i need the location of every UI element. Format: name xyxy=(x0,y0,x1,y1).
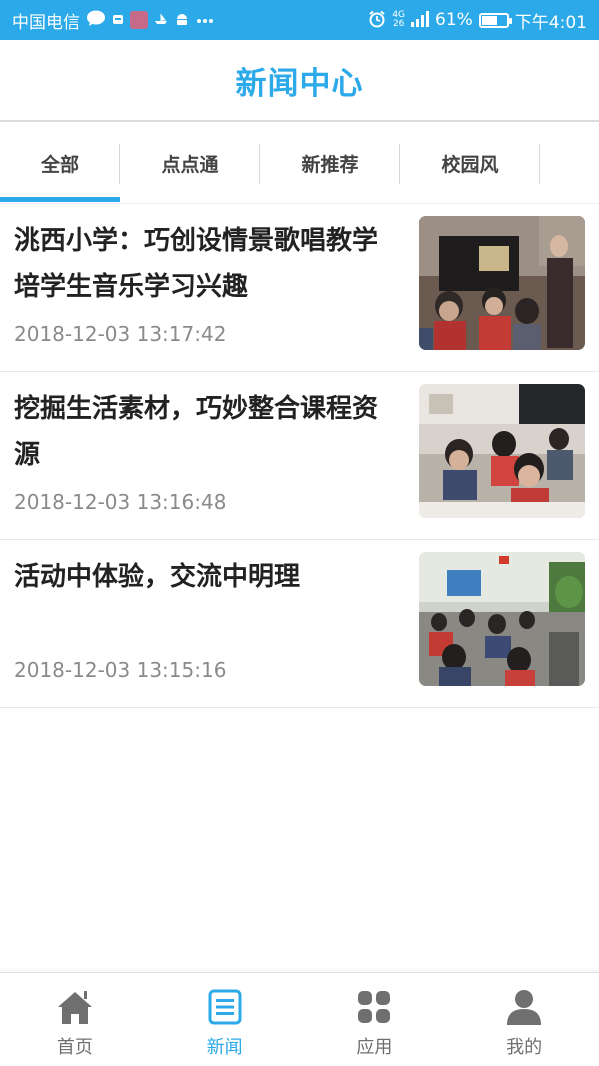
more-dots-icon xyxy=(196,13,214,27)
news-icon xyxy=(208,989,242,1025)
nav-news[interactable]: 新闻 xyxy=(150,973,300,1066)
android-icon xyxy=(174,12,190,29)
tab-label: 点点通 xyxy=(161,153,219,176)
boat-icon xyxy=(154,13,168,28)
nav-profile[interactable]: 我的 xyxy=(449,973,599,1066)
battery-fill xyxy=(481,15,497,25)
nav-home[interactable]: 首页 xyxy=(0,973,150,1066)
battery-icon xyxy=(478,12,512,28)
app-screen: 中国电信 4G 26 61% 下午4:01 新闻中心 全部 点点通 新推荐 校园… xyxy=(0,0,599,1066)
news-title: 活动中体验，交流中明理 xyxy=(14,562,301,592)
network-type-text: 4G xyxy=(392,10,406,20)
carrier-label: 中国电信 xyxy=(12,12,80,33)
home-icon xyxy=(57,991,92,1024)
profile-icon xyxy=(507,990,542,1025)
notification-icon xyxy=(112,13,124,28)
tab-label: 新推荐 xyxy=(301,153,359,176)
app-icon xyxy=(130,11,148,29)
nav-label: 新闻 xyxy=(206,1037,243,1058)
status-right: 4G 26 61% 下午4:01 xyxy=(368,8,587,33)
tab-label: 全部 xyxy=(40,153,79,176)
news-item[interactable]: 挖掘生活素材，巧妙整合课程资源 2018-12-03 13:16:48 xyxy=(0,372,599,540)
tab-campus-style[interactable]: 校园风 xyxy=(400,124,540,202)
nav-label: 首页 xyxy=(56,1037,93,1058)
tab-new-recommend[interactable]: 新推荐 xyxy=(260,124,400,202)
tab-label: 校园风 xyxy=(441,153,499,176)
network-type-label: 4G 26 xyxy=(392,10,406,29)
alarm-icon xyxy=(368,10,386,31)
status-left: 中国电信 xyxy=(12,8,368,33)
battery-percent: 61% xyxy=(435,10,473,30)
apps-icon xyxy=(358,991,391,1023)
message-icon xyxy=(86,10,106,30)
bottom-nav: 首页 新闻 应用 我的 xyxy=(0,972,599,1066)
news-item[interactable]: 活动中体验，交流中明理 2018-12-03 13:15:16 xyxy=(0,540,599,708)
category-tabs[interactable]: 全部 点点通 新推荐 校园风 名 xyxy=(0,124,599,204)
tab-partial[interactable]: 名 xyxy=(540,124,599,202)
news-time: 2018-12-03 13:16:48 xyxy=(14,490,227,514)
nav-apps[interactable]: 应用 xyxy=(300,973,450,1066)
tab-diandiantong[interactable]: 点点通 xyxy=(120,124,260,202)
news-time: 2018-12-03 13:15:16 xyxy=(14,658,227,682)
news-thumbnail xyxy=(419,384,585,518)
nav-label: 应用 xyxy=(356,1037,393,1058)
news-list: 洮西小学：巧创设情景歌唱教学 培学生音乐学习兴趣 2018-12-03 13:1… xyxy=(0,204,599,708)
active-tab-indicator xyxy=(0,197,120,202)
nav-label: 我的 xyxy=(506,1037,543,1058)
signal-icon xyxy=(411,10,430,30)
news-item[interactable]: 洮西小学：巧创设情景歌唱教学 培学生音乐学习兴趣 2018-12-03 13:1… xyxy=(0,204,599,372)
tab-all[interactable]: 全部 xyxy=(0,124,120,202)
news-time: 2018-12-03 13:17:42 xyxy=(14,322,227,346)
page-title: 新闻中心 xyxy=(235,65,364,102)
news-thumbnail xyxy=(419,552,585,686)
news-title: 挖掘生活素材，巧妙整合课程资源 xyxy=(14,394,379,470)
app-header: 新闻中心 xyxy=(0,40,599,122)
clock: 下午4:01 xyxy=(514,12,587,33)
news-thumbnail xyxy=(419,216,585,350)
status-bar: 中国电信 4G 26 61% 下午4:01 xyxy=(0,0,599,40)
news-title: 洮西小学：巧创设情景歌唱教学 培学生音乐学习兴趣 xyxy=(14,226,379,302)
